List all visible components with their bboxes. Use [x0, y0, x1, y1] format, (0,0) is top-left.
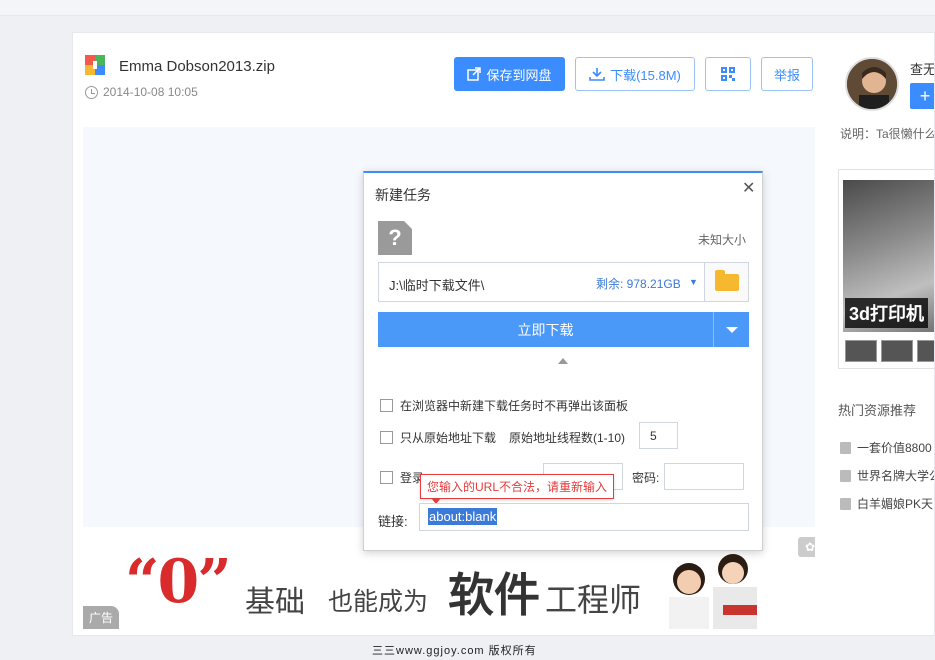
thumbnail[interactable] — [845, 340, 877, 362]
ad-text-1: 基础 — [245, 586, 305, 619]
external-link-icon — [467, 67, 482, 81]
link-value: about:blank — [428, 508, 498, 525]
save-path-text: J:\临时下载文件\ — [389, 278, 485, 293]
follow-button[interactable]: + — [910, 83, 934, 109]
login-option[interactable]: 登录 — [380, 469, 424, 486]
document-icon — [840, 441, 851, 454]
file-date: 2014-10-08 10:05 — [85, 85, 198, 99]
checkbox[interactable] — [380, 399, 393, 412]
hot-resources-title: 热门资源推荐 — [838, 403, 917, 418]
uploader-description: 说明：Ta很懒什么 — [840, 127, 935, 141]
hot-item-label: 一套价值8800 — [857, 441, 932, 455]
checkbox[interactable] — [380, 471, 393, 484]
hot-item[interactable]: 白羊媚娘PK天 — [840, 495, 933, 512]
url-error-tooltip: 您输入的URL不合法，请重新输入 — [420, 474, 615, 504]
sidebar-ad-label: 3d打印机 — [845, 298, 929, 328]
zip-file-icon — [85, 55, 105, 75]
qr-code-icon — [721, 67, 735, 81]
chevron-down-icon — [725, 326, 738, 333]
link-input[interactable]: about:blank — [419, 503, 749, 531]
checkbox[interactable] — [380, 431, 393, 444]
no-popup-label: 在浏览器中新建下载任务时不再弹出该面板 — [400, 399, 629, 413]
watermark: 三三www.ggjoy.com 版权所有 — [372, 645, 537, 657]
hot-item[interactable]: 一套价值8800 — [840, 439, 932, 456]
avatar[interactable] — [845, 57, 899, 111]
folder-icon — [714, 269, 739, 291]
avatar-image — [847, 59, 897, 109]
origin-only-option[interactable]: 只从原始地址下载 — [380, 429, 496, 446]
hot-item-label: 白羊媚娘PK天 — [857, 497, 934, 511]
threads-input[interactable]: 5 — [639, 422, 678, 449]
qr-code-button[interactable] — [705, 57, 751, 91]
hot-item[interactable]: 世界名牌大学公 — [840, 467, 935, 484]
threads-label: 原始地址线程数(1-10) — [509, 431, 626, 445]
no-popup-option[interactable]: 在浏览器中新建下载任务时不再弹出该面板 — [380, 397, 628, 414]
download-now-button[interactable]: 立即下载 — [378, 312, 713, 347]
ad-tag: 广告 — [83, 606, 120, 629]
document-icon — [840, 497, 851, 510]
new-task-dialog: 新建任务 ✕ ? 未知大小 J:\临时下载文件\ 剩余: 978.21GB ▼ … — [363, 171, 763, 551]
save-path-select[interactable]: J:\临时下载文件\ 剩余: 978.21GB ▼ — [378, 262, 705, 302]
file-title: Emma Dobson2013.zip — [119, 58, 275, 75]
file-date-text: 2014-10-08 10:05 — [103, 85, 198, 99]
save-to-cloud-button[interactable]: 保存到网盘 — [454, 57, 565, 91]
download-options-dropdown[interactable] — [713, 312, 749, 347]
browse-folder-button[interactable] — [705, 262, 749, 302]
free-space-text: 剩余: 978.21GB — [596, 277, 681, 291]
download-icon — [589, 68, 605, 81]
ad-people-image — [669, 554, 757, 629]
clock-icon — [85, 85, 98, 99]
save-to-cloud-label: 保存到网盘 — [486, 67, 552, 83]
unknown-file-icon: ? — [378, 221, 412, 255]
sidebar-ad-thumbs — [845, 340, 934, 362]
origin-only-label: 只从原始地址下载 — [400, 431, 497, 445]
top-strip — [0, 0, 935, 16]
hot-item-label: 世界名牌大学公 — [857, 469, 935, 483]
document-icon — [840, 469, 851, 482]
download-label: 下载(15.8M) — [610, 67, 681, 83]
password-input[interactable] — [664, 463, 744, 490]
paw-icon: ✿ — [798, 537, 815, 557]
chevron-down-icon[interactable]: ▼ — [689, 277, 698, 287]
sidebar: 查无 + 说明：Ta很懒什么 3d打印机 热门资源推荐 一套价值8800 世界名… — [824, 32, 935, 636]
file-size-label: 未知大小 — [698, 233, 747, 247]
collapse-arrow-icon[interactable] — [558, 358, 568, 364]
close-icon[interactable]: ✕ — [742, 178, 755, 198]
ad-text-3: 软件 — [448, 569, 540, 621]
ad-zero-text: “0” — [125, 547, 232, 617]
thumbnail[interactable] — [881, 340, 913, 362]
ad-text-4: 工程师 — [545, 582, 642, 618]
ad-text-2: 也能成为 — [328, 588, 429, 616]
thumbnail[interactable] — [917, 340, 934, 362]
uploader-name[interactable]: 查无 — [910, 59, 934, 78]
password-label: 密码: — [632, 471, 660, 485]
report-button[interactable]: 举报 — [761, 57, 813, 91]
link-label: 链接: — [378, 514, 408, 529]
report-label: 举报 — [773, 67, 800, 83]
download-button[interactable]: 下载(15.8M) — [575, 57, 695, 91]
dialog-title: 新建任务 — [375, 187, 431, 203]
sidebar-ad[interactable]: 3d打印机 — [838, 169, 934, 369]
